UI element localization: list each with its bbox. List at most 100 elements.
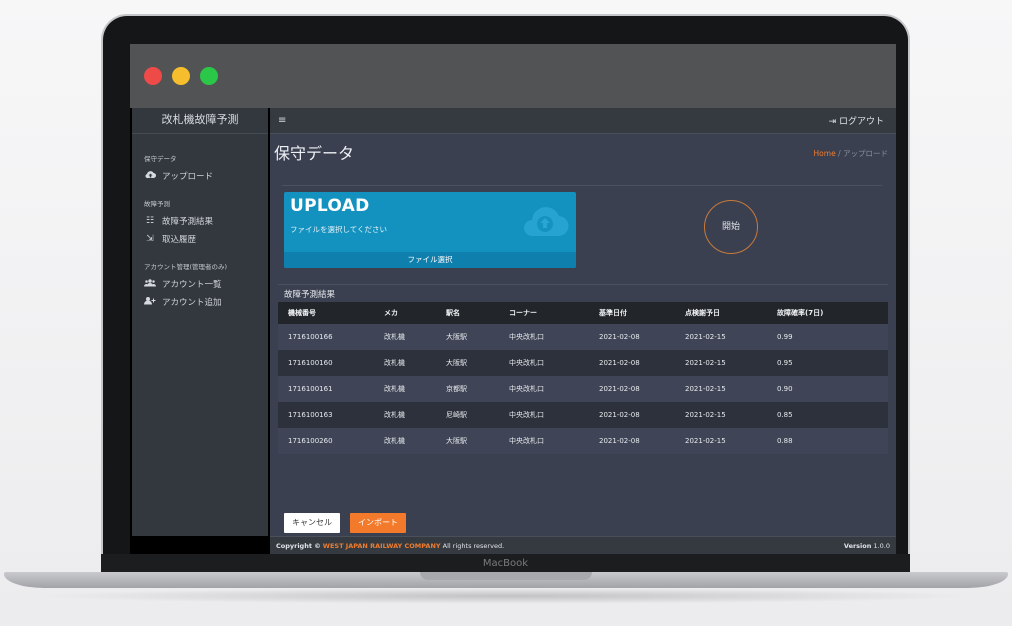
sidebar-item-account-list[interactable]: アカウント一覧 [132, 275, 268, 293]
import-history-icon: ⇲ [146, 234, 154, 244]
logout-label: ログアウト [838, 117, 884, 127]
version-number: 1.0.0 [873, 541, 890, 550]
table-row[interactable]: 1716100160 改札機 大阪駅 中央改札口 2021-02-08 2021… [278, 350, 888, 376]
table-cell: 2021-02-15 [675, 324, 767, 350]
table-cell: 2021-02-15 [675, 376, 767, 402]
table-cell: 1716100163 [278, 402, 374, 428]
minimize-window-button[interactable] [172, 67, 190, 85]
column-header[interactable]: 点検謝予日 [675, 302, 767, 324]
cancel-button[interactable]: キャンセル [284, 513, 340, 533]
table-cell: 0.85 [767, 402, 888, 428]
table-row[interactable]: 1716100260 改札機 大阪駅 中央改札口 2021-02-08 2021… [278, 428, 888, 454]
table-cell: 2021-02-08 [589, 324, 675, 350]
nav-header-accounts: アカウント管理(管理者のみ) [144, 263, 228, 271]
table-cell: 1716100260 [278, 428, 374, 454]
table-row[interactable]: 1716100163 改札機 尼崎駅 中央改札口 2021-02-08 2021… [278, 402, 888, 428]
table-cell: 2021-02-08 [589, 376, 675, 402]
table-row[interactable]: 1716100166 改札機 大阪駅 中央改札口 2021-02-08 2021… [278, 324, 888, 350]
table-header-row: 機械番号 メカ 駅名 コーナー 基準日付 点検謝予日 故障確率(7日) [278, 302, 888, 324]
table-cell: 京都駅 [436, 376, 499, 402]
laptop-shadow [30, 588, 982, 604]
logout-link[interactable]: ⇥ ログアウト [829, 114, 884, 127]
table-cell: 0.99 [767, 324, 888, 350]
column-header[interactable]: メカ [374, 302, 436, 324]
table-cell: 改札機 [374, 376, 436, 402]
maximize-window-button[interactable] [200, 67, 218, 85]
table-cell: 0.95 [767, 350, 888, 376]
import-button[interactable]: インポート [350, 513, 406, 533]
table-cell: 改札機 [374, 350, 436, 376]
sidebar-item-prediction-results[interactable]: ☷ 故障予測結果 [132, 212, 268, 230]
table-cell: 中央改札口 [499, 350, 589, 376]
table-cell: 改札機 [374, 402, 436, 428]
laptop-screen: 改札機故障予測 保守データ アップロード 故障予測 ☷ 故障予測結果 ⇲ 取込履… [130, 44, 896, 554]
table-cell: 大阪駅 [436, 350, 499, 376]
sidebar-item-label: アップロード [162, 172, 214, 182]
sidebar-item-upload[interactable]: アップロード [132, 167, 268, 185]
cloud-upload-icon [144, 170, 156, 182]
sidebar-item-label: 取込履歴 [162, 235, 197, 245]
table-cell: 中央改札口 [499, 376, 589, 402]
version-label: Version [843, 541, 872, 550]
results-title: 故障予測結果 [278, 284, 888, 302]
breadcrumb-home-link[interactable]: Home [814, 149, 836, 158]
table-cell: 2021-02-15 [675, 402, 767, 428]
table-cell: 1716100161 [278, 376, 374, 402]
table-cell: 大阪駅 [436, 324, 499, 350]
macbook-scene: 改札機故障予測 保守データ アップロード 故障予測 ☷ 故障予測結果 ⇲ 取込履… [0, 0, 1012, 626]
version-info: Version 1.0.0 [844, 542, 890, 550]
close-window-button[interactable] [144, 67, 162, 85]
upload-dropzone[interactable]: UPLOAD ファイルを選択してください ファイル選択 [284, 192, 576, 268]
table-cell: 1716100166 [278, 324, 374, 350]
page-header: 保守データ Home / アップロード [270, 134, 896, 172]
breadcrumb-separator: / [838, 149, 841, 158]
column-header[interactable]: コーナー [499, 302, 589, 324]
form-actions: キャンセル インポート [284, 513, 406, 533]
sidebar-item-import-history[interactable]: ⇲ 取込履歴 [132, 230, 268, 248]
nav-header-maintenance: 保守データ [144, 155, 177, 163]
table-cell: 大阪駅 [436, 428, 499, 454]
results-table: 機械番号 メカ 駅名 コーナー 基準日付 点検謝予日 故障確率(7日) 1716… [278, 302, 888, 454]
sidebar-item-label: 故障予測結果 [162, 217, 214, 227]
upload-subtitle: ファイルを選択してください [290, 225, 388, 234]
breadcrumb-current: アップロード [843, 149, 888, 158]
table-cell: 中央改札口 [499, 402, 589, 428]
company-link[interactable]: WEST JAPAN RAILWAY COMPANY [323, 542, 441, 550]
main-content: ≡ ⇥ ログアウト 保守データ Home / アップロード UPLOAD ファイ… [270, 108, 896, 536]
table-cell: 改札機 [374, 324, 436, 350]
table-cell: 2021-02-15 [675, 350, 767, 376]
table-row[interactable]: 1716100161 改札機 京都駅 中央改札口 2021-02-08 2021… [278, 376, 888, 402]
page-footer: Copyright © WEST JAPAN RAILWAY COMPANY A… [270, 536, 896, 554]
table-cell: 2021-02-15 [675, 428, 767, 454]
nav-header-prediction: 故障予測 [144, 200, 170, 208]
table-cell: 中央改札口 [499, 428, 589, 454]
top-navbar: ≡ ⇥ ログアウト [270, 108, 896, 134]
upload-card: UPLOAD ファイルを選択してください ファイル選択 開始 [282, 185, 882, 277]
table-cell: 尼崎駅 [436, 402, 499, 428]
table-cell: 2021-02-08 [589, 402, 675, 428]
list-icon: ☷ [145, 216, 155, 226]
start-button[interactable]: 開始 [704, 200, 758, 254]
table-cell: 1716100160 [278, 350, 374, 376]
table-cell: 2021-02-08 [589, 350, 675, 376]
column-header[interactable]: 機械番号 [278, 302, 374, 324]
laptop-notch [420, 572, 592, 580]
copyright: Copyright © WEST JAPAN RAILWAY COMPANY A… [276, 542, 504, 550]
sidebar-item-account-add[interactable]: アカウント追加 [132, 293, 268, 311]
cloud-upload-icon [524, 207, 569, 237]
column-header[interactable]: 駅名 [436, 302, 499, 324]
app-brand[interactable]: 改札機故障予測 [132, 108, 268, 134]
window-titlebar [130, 44, 896, 108]
copyright-suffix: All rights reserved. [442, 541, 505, 550]
column-header[interactable]: 故障確率(7日) [767, 302, 888, 324]
breadcrumb: Home / アップロード [814, 148, 888, 159]
copyright-prefix: Copyright © [276, 541, 321, 550]
table-cell: 改札機 [374, 428, 436, 454]
table-cell: 0.90 [767, 376, 888, 402]
file-select-button[interactable]: ファイル選択 [284, 252, 576, 268]
sidebar-item-label: アカウント一覧 [162, 280, 222, 290]
users-icon [143, 278, 157, 290]
menu-toggle-icon[interactable]: ≡ [278, 115, 286, 126]
column-header[interactable]: 基準日付 [589, 302, 675, 324]
upload-title: UPLOAD [290, 196, 370, 216]
